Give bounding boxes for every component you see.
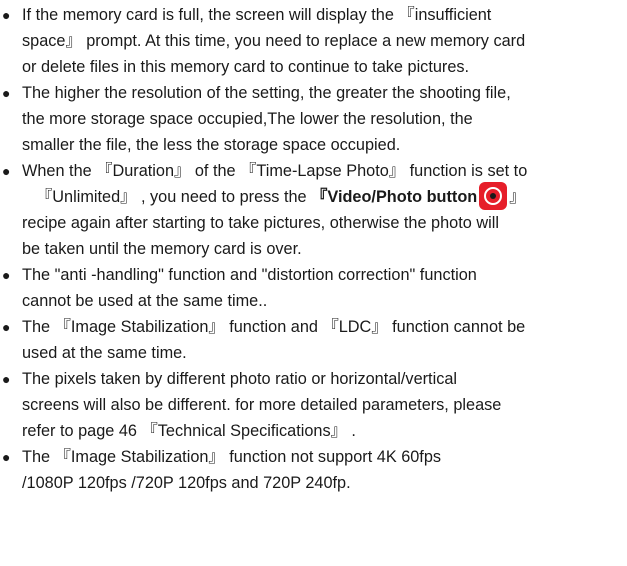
bullet-line-text: 『Unlimited』 , you need to press the	[36, 188, 312, 206]
bullet-line: When the 『Duration』 of the 『Time-Lapse P…	[22, 162, 528, 180]
bullet-time-lapse-duration: ● When the 『Duration』 of the 『Time-Lapse…	[0, 158, 627, 262]
bullet-symbol: ●	[2, 163, 11, 179]
bullet-line: The 『Image Stabilization』 function and 『…	[22, 318, 526, 336]
bullet-symbol: ●	[2, 371, 11, 387]
bullet-line-with-icon: 『Unlimited』 , you need to press the 『Vid…	[22, 181, 627, 210]
bullet-photo-ratio-pixels: ● The pixels taken by different photo ra…	[0, 366, 627, 444]
video-photo-button-label: 『Video/Photo button	[311, 188, 478, 206]
manual-page: ● If the memory card is full, the screen…	[0, 0, 627, 566]
bullet-symbol: ●	[2, 319, 11, 335]
bullet-line: The higher the resolution of the setting…	[22, 84, 511, 102]
bullet-line-text-end: 』	[509, 188, 526, 206]
bullet-symbol: ●	[2, 7, 11, 23]
bullet-symbol: ●	[2, 85, 11, 101]
bullet-anti-handling: ● The "anti -handling" function and "dis…	[0, 262, 627, 314]
bullet-image-stabilization-ldc: ● The 『Image Stabilization』 function and…	[0, 314, 627, 366]
bullet-line: be taken until the memory card is over.	[22, 240, 302, 258]
bullet-line: or delete files in this memory card to c…	[22, 58, 470, 76]
bullet-line: refer to page 46 『Technical Specificatio…	[22, 422, 356, 440]
bullet-line: If the memory card is full, the screen w…	[22, 6, 492, 24]
bullet-resolution: ● The higher the resolution of the setti…	[0, 80, 627, 158]
bullet-line: /1080P 120fps /720P 120fps and 720P 240f…	[22, 474, 351, 492]
bullet-line: the more storage space occupied,The lowe…	[22, 110, 473, 128]
bullet-symbol: ●	[2, 449, 11, 465]
bullet-line: space』 prompt. At this time, you need to…	[22, 32, 526, 50]
bullet-line: The pixels taken by different photo rati…	[22, 370, 458, 388]
bullet-line: cannot be used at the same time..	[22, 292, 268, 310]
bullet-line: recipe again after starting to take pict…	[22, 214, 499, 232]
notes-bullet-list: ● If the memory card is full, the screen…	[0, 2, 627, 496]
record-button-icon	[479, 181, 508, 210]
bullet-line: screens will also be different. for more…	[22, 396, 502, 414]
bullet-symbol: ●	[2, 267, 11, 283]
bullet-memory-card-full: ● If the memory card is full, the screen…	[0, 2, 627, 80]
bullet-line: used at the same time.	[22, 344, 187, 362]
bullet-image-stabilization-support: ● The 『Image Stabilization』 function not…	[0, 444, 627, 496]
bullet-line: smaller the file, the less the storage s…	[22, 136, 401, 154]
bullet-line: The 『Image Stabilization』 function not s…	[22, 448, 442, 466]
bullet-line: The "anti -handling" function and "disto…	[22, 266, 477, 284]
